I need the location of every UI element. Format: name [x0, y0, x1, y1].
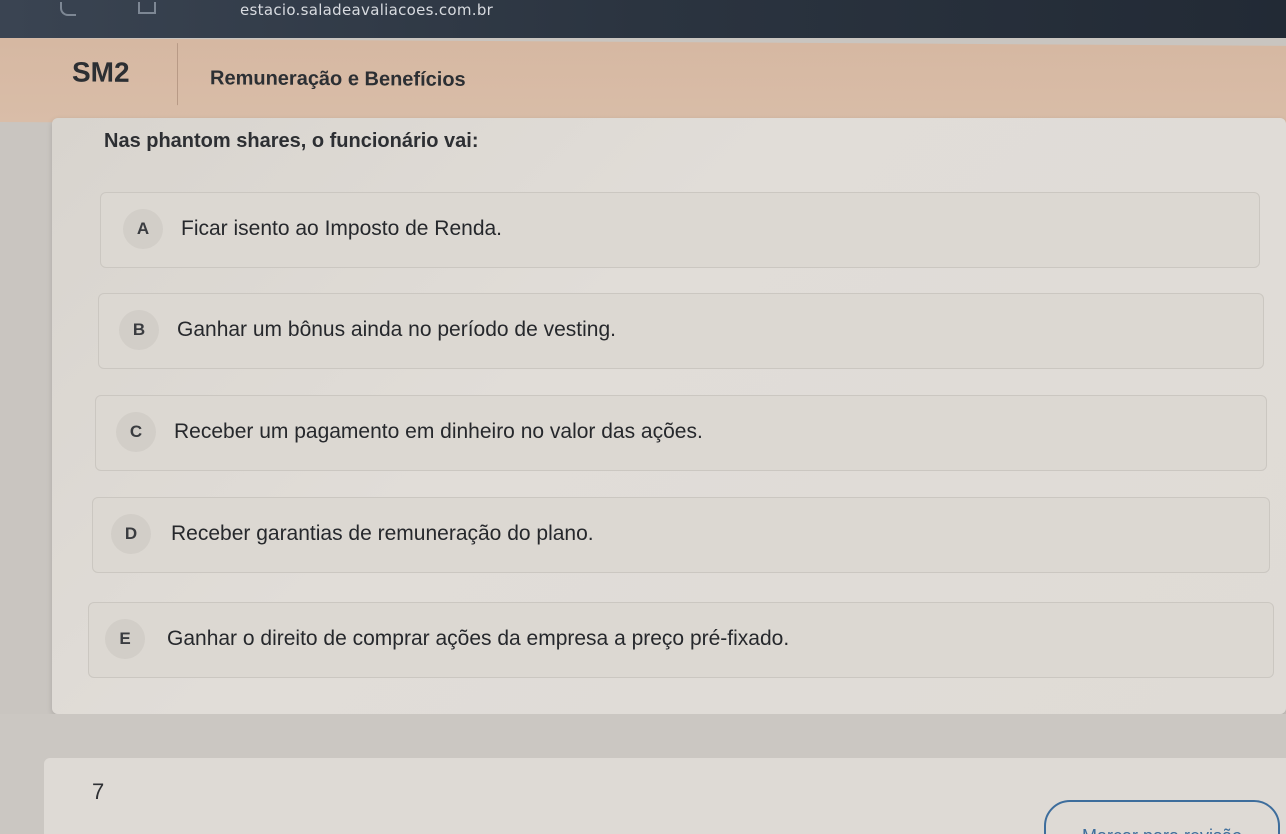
- option-c[interactable]: C Receber um pagamento em dinheiro no va…: [95, 395, 1267, 471]
- browser-address-bar[interactable]: estacio.saladeavaliacoes.com.br: [0, 0, 1286, 38]
- option-a[interactable]: A Ficar isento ao Imposto de Renda.: [100, 192, 1260, 268]
- option-text: Ficar isento ao Imposto de Renda.: [181, 217, 503, 240]
- question-text: Nas phantom shares, o funcionário vai:: [104, 130, 479, 152]
- option-letter: D: [111, 514, 151, 554]
- option-text: Receber garantias de remuneração do plan…: [171, 522, 594, 545]
- option-b[interactable]: B Ganhar um bônus ainda no período de ve…: [98, 293, 1264, 369]
- option-text: Ganhar um bônus ainda no período de vest…: [177, 318, 616, 341]
- header-divider: [177, 43, 178, 106]
- url-text[interactable]: estacio.saladeavaliacoes.com.br: [240, 1, 493, 19]
- subject-title: Remuneração e Benefícios: [210, 67, 466, 91]
- question-number: 7: [92, 779, 105, 804]
- mark-for-review-button[interactable]: Marcar para revisão: [1044, 800, 1280, 834]
- tabs-icon[interactable]: [138, 2, 156, 14]
- page-header: SM2 Remuneração e Benefícios: [0, 38, 1286, 130]
- course-code: SM2: [72, 56, 130, 88]
- option-text: Ganhar o direito de comprar ações da emp…: [167, 627, 790, 650]
- back-arrow-icon[interactable]: [60, 2, 76, 16]
- option-letter: C: [116, 412, 156, 452]
- option-e[interactable]: E Ganhar o direito de comprar ações da e…: [88, 602, 1274, 678]
- option-d[interactable]: D Receber garantias de remuneração do pl…: [92, 497, 1270, 573]
- option-letter: E: [105, 619, 145, 659]
- option-letter: A: [123, 209, 163, 249]
- option-text: Receber um pagamento em dinheiro no valo…: [174, 420, 703, 443]
- option-letter: B: [119, 310, 159, 350]
